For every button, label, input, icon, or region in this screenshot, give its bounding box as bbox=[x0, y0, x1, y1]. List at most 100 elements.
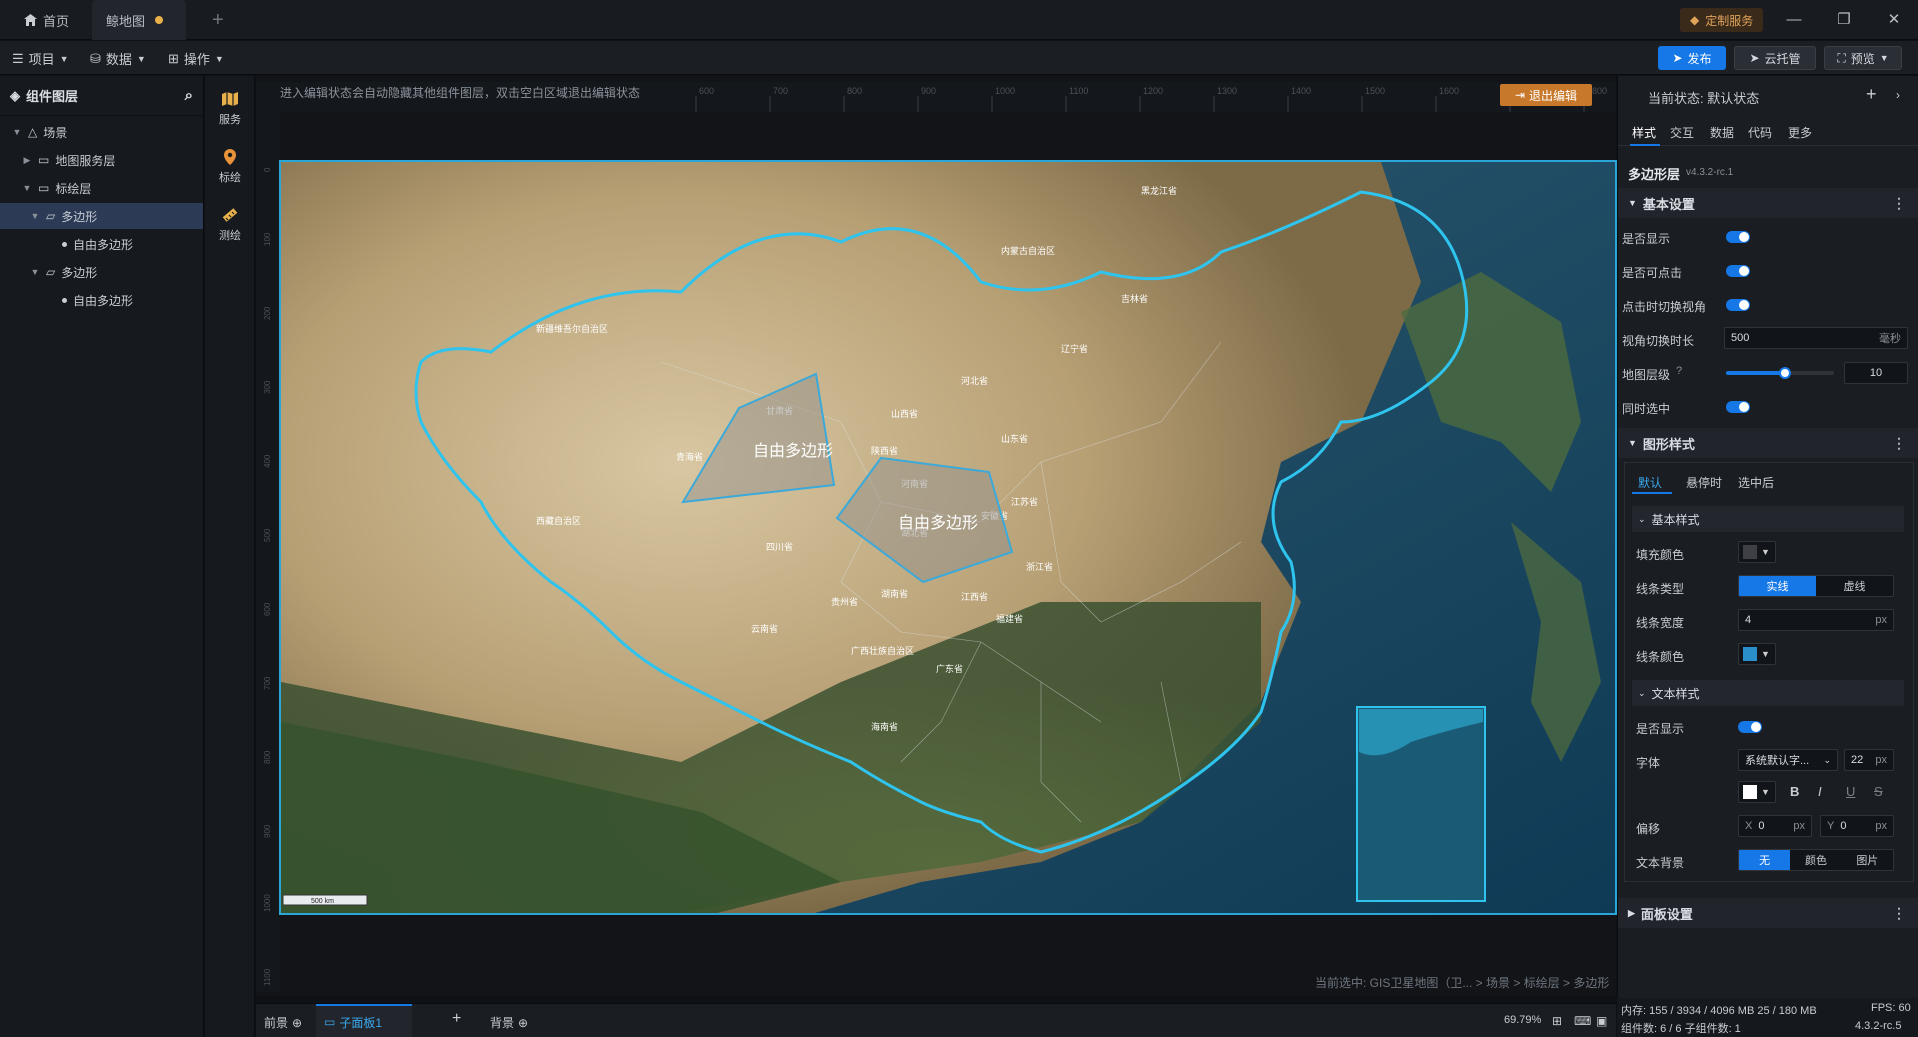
tab-map[interactable]: 鲸地图 bbox=[92, 0, 186, 40]
add-state-button[interactable]: + bbox=[1866, 84, 1877, 105]
fit-screen-icon[interactable]: ⊞ bbox=[1552, 1014, 1562, 1028]
more-icon[interactable]: ⋮ bbox=[1892, 195, 1906, 212]
ruler-tick-label: 1000 bbox=[263, 894, 272, 912]
fill-color-picker[interactable]: ▼ bbox=[1738, 541, 1776, 563]
tab-more[interactable]: 更多 bbox=[1788, 124, 1812, 141]
satellite-map[interactable]: 黑龙江省内蒙古自治区吉林省辽宁省新疆维吾尔自治区河北省山西省山东省甘肃省青海省陕… bbox=[279, 160, 1617, 915]
caret-down-icon[interactable]: ▼ bbox=[30, 211, 40, 221]
help-icon[interactable]: ? bbox=[1676, 365, 1682, 377]
caret-right-icon[interactable]: ▶ bbox=[22, 155, 32, 166]
add-tab-button[interactable]: + bbox=[198, 0, 238, 40]
service-tool[interactable]: 服务 bbox=[205, 90, 255, 127]
preview-button[interactable]: ⛶ 预览 ▼ bbox=[1824, 46, 1902, 70]
basic-style-header[interactable]: ⌄ 基本样式 bbox=[1632, 506, 1904, 532]
tab-style[interactable]: 样式 bbox=[1632, 124, 1656, 141]
tree-item-scene[interactable]: ▼ △ 场景 bbox=[0, 119, 203, 145]
search-icon[interactable]: ⌕ bbox=[185, 87, 193, 104]
tab-interaction[interactable]: 交互 bbox=[1670, 124, 1694, 141]
map-level-input[interactable]: 10 bbox=[1844, 362, 1908, 384]
text-style-header[interactable]: ⌄ 文本样式 bbox=[1632, 680, 1904, 706]
italic-button[interactable]: I bbox=[1818, 784, 1822, 799]
text-show-toggle[interactable] bbox=[1738, 721, 1762, 733]
line-width-input[interactable]: 4 px bbox=[1738, 609, 1894, 631]
custom-service-button[interactable]: ◆ 定制服务 bbox=[1680, 8, 1764, 32]
duration-input[interactable]: 500 毫秒 bbox=[1724, 327, 1908, 349]
offset-y-input[interactable]: Y 0 px bbox=[1820, 815, 1894, 837]
sync-select-toggle[interactable] bbox=[1726, 401, 1750, 413]
plot-tool[interactable]: 标绘 bbox=[205, 148, 255, 185]
restore-button[interactable]: ❐ bbox=[1834, 10, 1854, 30]
more-icon[interactable]: ⋮ bbox=[1892, 905, 1906, 922]
active-tab-indicator bbox=[1630, 144, 1660, 146]
text-bg-image-option[interactable]: 图片 bbox=[1841, 850, 1893, 870]
project-menu[interactable]: ☰ 项目 ▼ bbox=[12, 49, 69, 68]
subtab-selected[interactable]: 选中后 bbox=[1738, 474, 1774, 491]
foreground-tab[interactable]: 前景 ⊕ bbox=[264, 1014, 302, 1031]
background-tab[interactable]: 背景 ⊕ bbox=[490, 1014, 528, 1031]
ruler-tick-label: 600 bbox=[699, 86, 714, 96]
close-button[interactable]: ✕ bbox=[1884, 10, 1904, 30]
text-bg-color-option[interactable]: 颜色 bbox=[1790, 850, 1842, 870]
line-color-picker[interactable]: ▼ bbox=[1738, 643, 1776, 665]
terminal-icon[interactable]: ▣ bbox=[1596, 1014, 1607, 1028]
more-icon[interactable]: ⋮ bbox=[1892, 435, 1906, 452]
exit-edit-button[interactable]: ⇥ 退出编辑 bbox=[1500, 84, 1592, 106]
add-circle-icon[interactable]: ⊕ bbox=[292, 1016, 302, 1030]
subtab-default[interactable]: 默认 bbox=[1638, 474, 1662, 491]
underline-button[interactable]: U bbox=[1846, 784, 1855, 799]
caret-down-icon[interactable]: ▼ bbox=[30, 267, 40, 277]
ruler-tick-label: 900 bbox=[921, 86, 936, 96]
add-subpanel-button[interactable]: + bbox=[452, 1010, 461, 1028]
offset-x-input[interactable]: X 0 px bbox=[1738, 815, 1812, 837]
ruler-tick-label: 700 bbox=[263, 676, 272, 690]
bold-button[interactable]: B bbox=[1790, 784, 1799, 799]
subtab-hover[interactable]: 悬停时 bbox=[1686, 474, 1722, 491]
ruler-tick-label: 700 bbox=[773, 86, 788, 96]
fps-status: FPS: 60 bbox=[1871, 1002, 1911, 1014]
polygon-icon: ▱ bbox=[46, 209, 56, 223]
data-menu[interactable]: ⛁ 数据 ▼ bbox=[90, 49, 146, 68]
show-toggle[interactable] bbox=[1726, 231, 1750, 243]
caret-down-icon[interactable]: ▼ bbox=[12, 127, 22, 137]
add-circle-icon[interactable]: ⊕ bbox=[518, 1016, 528, 1030]
basic-settings-header[interactable]: ▼ 基本设置 ⋮ bbox=[1618, 188, 1918, 218]
tree-item-polygon-1[interactable]: ▼ ▱ 多边形 bbox=[0, 203, 203, 229]
chevron-right-icon[interactable]: › bbox=[1896, 88, 1900, 102]
text-color-picker[interactable]: ▼ bbox=[1738, 781, 1776, 803]
caret-down-icon[interactable]: ▼ bbox=[22, 183, 32, 193]
measure-tool[interactable]: 测绘 bbox=[205, 206, 255, 243]
tab-data[interactable]: 数据 bbox=[1710, 124, 1734, 141]
tab-home[interactable]: 首页 bbox=[10, 0, 92, 40]
unsaved-dot-icon bbox=[155, 16, 164, 24]
tab-code[interactable]: 代码 bbox=[1748, 124, 1772, 141]
subpanel-tab[interactable]: ▭ 子面板1 bbox=[316, 1004, 412, 1037]
layer-name: 多边形层 bbox=[1628, 167, 1681, 182]
text-bg-none-option[interactable]: 无 bbox=[1739, 850, 1791, 870]
line-color-label: 线条颜色 bbox=[1636, 650, 1685, 664]
tool-icon-bar: 服务 标绘 测绘 bbox=[205, 76, 255, 1037]
panel-settings-header[interactable]: ▶ 面板设置 ⋮ bbox=[1618, 898, 1918, 928]
tree-item-label: 多边形 bbox=[61, 209, 98, 224]
slider-handle[interactable] bbox=[1779, 367, 1792, 379]
minimize-button[interactable]: — bbox=[1784, 10, 1804, 30]
tree-item-free-polygon-2[interactable]: 自由多边形 bbox=[0, 287, 203, 313]
publish-button[interactable]: ➤ 发布 bbox=[1658, 46, 1726, 70]
shape-style-header[interactable]: ▼ 图形样式 ⋮ bbox=[1618, 428, 1918, 458]
switch-view-toggle[interactable] bbox=[1726, 299, 1750, 311]
tree-item-polygon-2[interactable]: ▼ ▱ 多边形 bbox=[0, 259, 203, 285]
tree-item-map-service[interactable]: ▶ ▭ 地图服务层 bbox=[0, 147, 203, 173]
line-dashed-option[interactable]: 虚线 bbox=[1816, 576, 1893, 596]
strikethrough-button[interactable]: S bbox=[1874, 784, 1883, 799]
tree-item-plot-layer[interactable]: ▼ ▭ 标绘层 bbox=[0, 175, 203, 201]
map-level-slider[interactable] bbox=[1726, 367, 1834, 379]
keyboard-icon[interactable]: ⌨ bbox=[1574, 1014, 1591, 1028]
operate-menu[interactable]: ⊞ 操作 ▼ bbox=[168, 49, 224, 68]
font-size-input[interactable]: 22 px bbox=[1844, 749, 1894, 771]
cloud-hosting-button[interactable]: ➤ 云托管 bbox=[1734, 46, 1816, 70]
bullet-icon bbox=[62, 297, 67, 303]
font-select[interactable]: 系统默认字... ⌄ bbox=[1738, 749, 1838, 771]
tree-item-free-polygon-1[interactable]: 自由多边形 bbox=[0, 231, 203, 257]
clickable-toggle[interactable] bbox=[1726, 265, 1750, 277]
province-label: 西藏自治区 bbox=[536, 515, 581, 526]
line-solid-option[interactable]: 实线 bbox=[1739, 576, 1816, 596]
